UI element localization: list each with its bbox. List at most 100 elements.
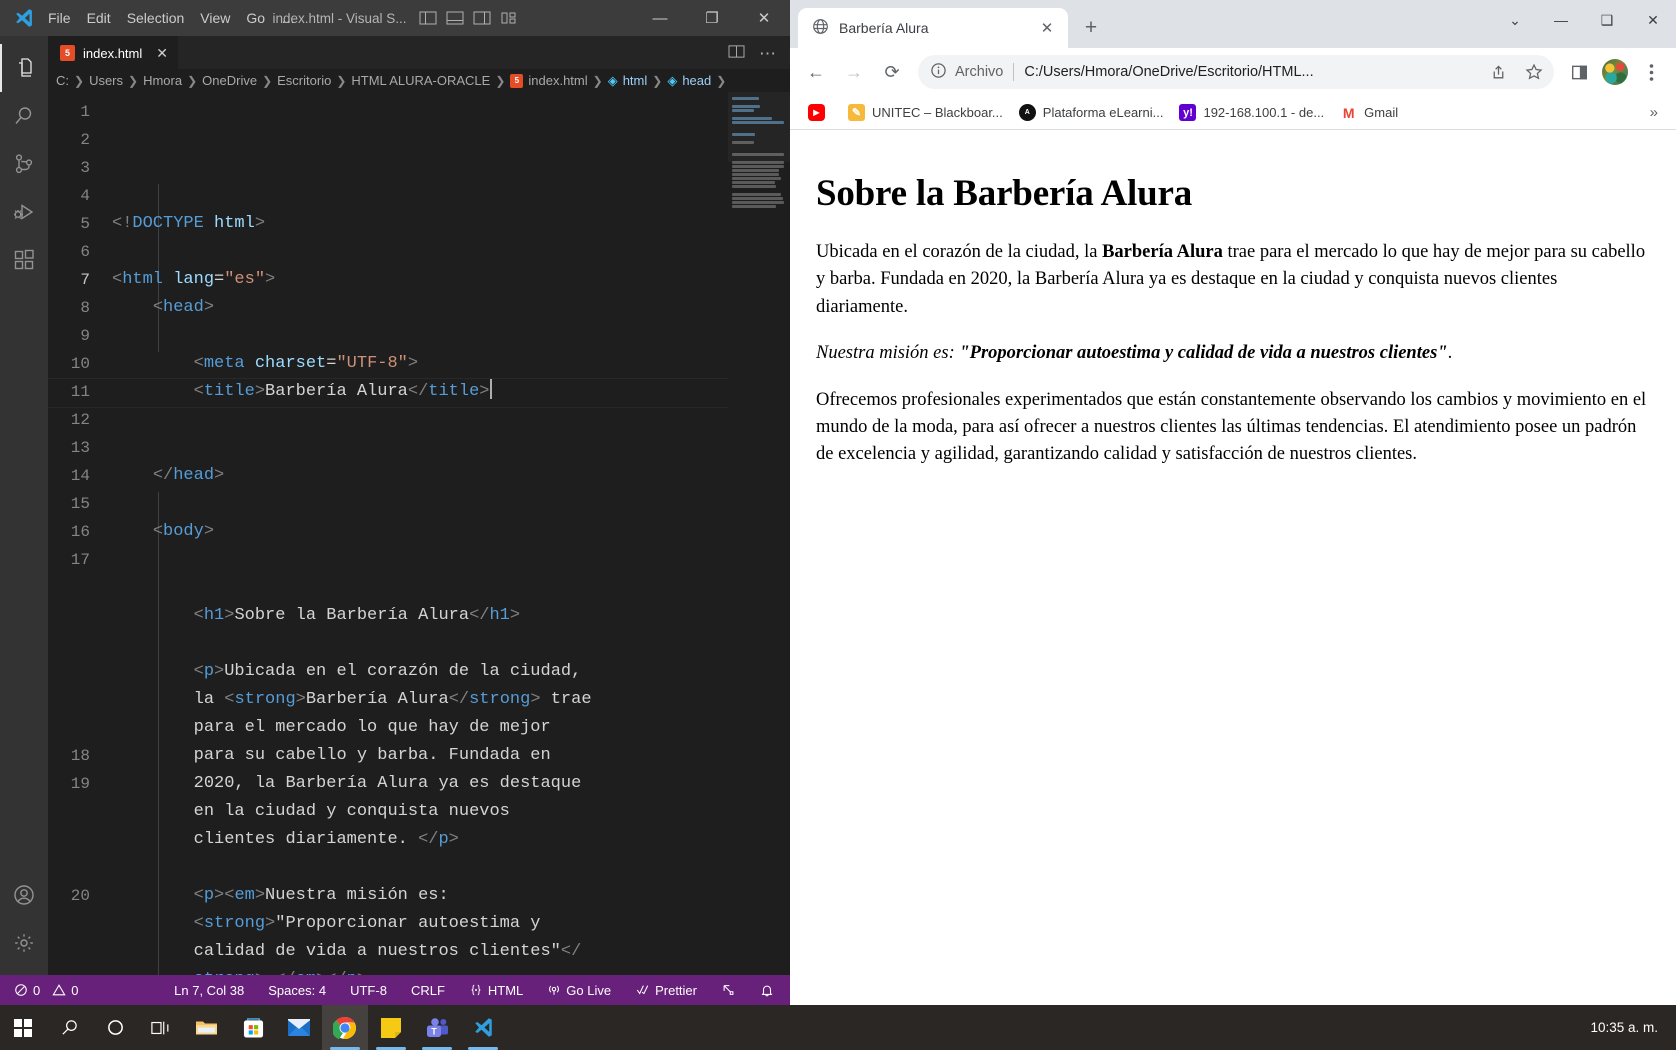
status-prettier-button[interactable]: Prettier	[631, 983, 701, 998]
status-go-live-button[interactable]: Go Live	[543, 983, 615, 998]
breadcrumb-item-html-tag[interactable]: html	[623, 73, 648, 88]
status-eol[interactable]: CRLF	[407, 983, 449, 998]
new-tab-button[interactable]: +	[1074, 11, 1108, 45]
code-line[interactable]: calidad de vida a nuestros clientes"</	[112, 938, 790, 966]
sticky-notes-button[interactable]	[368, 1005, 414, 1050]
breadcrumb-item-drive[interactable]: C:	[56, 73, 69, 88]
tab-search-icon[interactable]: ⌄	[1492, 0, 1538, 40]
code-line[interactable]: <html lang="es">	[112, 266, 790, 294]
activity-source-control-button[interactable]	[0, 140, 48, 188]
code-line[interactable]	[112, 630, 790, 658]
menu-go[interactable]: Go	[246, 10, 265, 26]
microsoft-teams-button[interactable]: T	[414, 1005, 460, 1050]
breadcrumb-item-users[interactable]: Users	[89, 73, 123, 88]
code-line[interactable]: <head>	[112, 294, 790, 322]
toggle-panel-icon[interactable]	[446, 10, 464, 26]
activity-explorer-button[interactable]	[0, 44, 48, 92]
menu-selection[interactable]: Selection	[127, 10, 185, 26]
chrome-menu-icon[interactable]	[1634, 55, 1668, 89]
activity-manage-settings-button[interactable]	[0, 919, 48, 967]
code-line[interactable]: <p>Ubicada en el corazón de la ciudad,	[112, 658, 790, 686]
code-line[interactable]: <p><em>Nuestra misión es:	[112, 882, 790, 910]
remote-window-icon[interactable]	[717, 983, 740, 997]
breadcrumb-item-project-folder[interactable]: HTML ALURA-ORACLE	[351, 73, 490, 88]
minimap-slider[interactable]	[728, 92, 790, 162]
address-url-text[interactable]: C:/Users/Hmora/OneDrive/Escritorio/HTML.…	[1024, 64, 1476, 80]
activity-extensions-button[interactable]	[0, 236, 48, 284]
chrome-tab[interactable]: Barbería Alura ✕	[798, 8, 1068, 48]
star-icon[interactable]	[1520, 58, 1548, 86]
forward-button[interactable]: →	[836, 54, 872, 90]
status-encoding[interactable]: UTF-8	[346, 983, 391, 998]
code-line[interactable]: <!DOCTYPE html>	[112, 210, 790, 238]
vscode-minimize-button[interactable]: —	[634, 0, 686, 36]
profile-avatar[interactable]	[1602, 59, 1628, 85]
code-line[interactable]: <strong>"Proporcionar autoestima y	[112, 910, 790, 938]
customize-layout-icon[interactable]	[500, 10, 518, 26]
bookmark-router[interactable]: y! 192-168.100.1 - de...	[1171, 100, 1332, 125]
editor-more-actions-icon[interactable]: ⋯	[759, 45, 776, 62]
back-button[interactable]: ←	[798, 54, 834, 90]
cortana-button[interactable]	[92, 1005, 138, 1050]
code-editor[interactable]: 1 2 3 4 5 6 7 8 9 10 11 12 13 14 15 16 17 18 19 20 <!DOCTYP…	[48, 92, 790, 975]
breadcrumb-item-head-tag[interactable]: head	[682, 73, 711, 88]
microsoft-store-button[interactable]	[230, 1005, 276, 1050]
status-problems[interactable]: 0 0	[10, 983, 82, 998]
vscode-close-button[interactable]: ✕	[738, 0, 790, 36]
editor-tab-index-html[interactable]: 5 index.html ✕	[48, 36, 178, 70]
side-panel-icon[interactable]	[1562, 55, 1596, 89]
reload-button[interactable]: ⟳	[874, 54, 910, 90]
vscode-maximize-button[interactable]: ❐	[686, 0, 738, 36]
breadcrumb-item-file[interactable]: index.html	[528, 73, 587, 88]
mail-button[interactable]	[276, 1005, 322, 1050]
chrome-minimize-button[interactable]: —	[1538, 0, 1584, 40]
code-line[interactable]: <meta charset="UTF-8">	[112, 350, 790, 378]
activity-search-button[interactable]	[0, 92, 48, 140]
taskbar-clock[interactable]: 10:35 a. m.	[1590, 1020, 1676, 1035]
menu-edit[interactable]: Edit	[87, 10, 111, 26]
status-cursor-position[interactable]: Ln 7, Col 38	[170, 983, 248, 998]
task-view-button[interactable]	[138, 1005, 184, 1050]
bookmark-gmail[interactable]: M Gmail	[1332, 100, 1406, 125]
code-line[interactable]: clientes diariamente. </p>	[112, 826, 790, 854]
bookmarks-overflow-icon[interactable]: »	[1642, 104, 1666, 121]
bookmark-plataforma-elearning[interactable]: A Plataforma eLearni...	[1011, 100, 1172, 125]
chrome-maximize-button[interactable]: ❑	[1584, 0, 1630, 40]
code-line[interactable]: </head>	[112, 462, 790, 490]
code-line[interactable]: para su cabello y barba. Fundada en	[112, 742, 790, 770]
editor-tab-close-icon[interactable]: ✕	[156, 45, 168, 62]
code-content[interactable]: <!DOCTYPE html> <html lang="es"> <head> …	[48, 92, 790, 975]
status-indentation[interactable]: Spaces: 4	[264, 983, 330, 998]
notifications-bell-icon[interactable]	[756, 983, 778, 998]
activity-accounts-button[interactable]	[0, 871, 48, 919]
breadcrumb-item-escritorio[interactable]: Escritorio	[277, 73, 331, 88]
menu-view[interactable]: View	[200, 10, 230, 26]
code-line[interactable]: <title>Barbería Alura</title>	[48, 378, 790, 409]
start-button[interactable]	[0, 1005, 46, 1050]
code-line[interactable]: para el mercado lo que hay de mejor	[112, 714, 790, 742]
editor-minimap[interactable]	[728, 92, 790, 975]
code-line[interactable]	[112, 406, 790, 434]
toggle-secondary-sidebar-icon[interactable]	[473, 10, 491, 26]
code-line[interactable]	[112, 434, 790, 462]
code-line[interactable]	[112, 238, 790, 266]
breadcrumb-item-hmora[interactable]: Hmora	[143, 73, 182, 88]
code-line[interactable]	[112, 490, 790, 518]
taskbar-search-button[interactable]	[46, 1005, 92, 1050]
code-line[interactable]: 2020, la Barbería Alura ya es destaque	[112, 770, 790, 798]
visual-studio-code-button[interactable]	[460, 1005, 506, 1050]
code-line[interactable]	[112, 574, 790, 602]
code-line[interactable]	[112, 546, 790, 574]
google-chrome-button[interactable]	[322, 1005, 368, 1050]
status-language-mode[interactable]: HTML	[465, 983, 527, 998]
breadcrumb-item-onedrive[interactable]: OneDrive	[202, 73, 257, 88]
code-line[interactable]	[112, 854, 790, 882]
code-line[interactable]: <h1>Sobre la Barbería Alura</h1>	[112, 602, 790, 630]
code-line[interactable]: la <strong>Barbería Alura</strong> trae	[112, 686, 790, 714]
chrome-tab-close-icon[interactable]: ✕	[1036, 19, 1058, 37]
bookmark-youtube[interactable]: ►	[800, 100, 840, 125]
menu-file[interactable]: File	[48, 10, 71, 26]
bookmark-unitec[interactable]: ✎ UNITEC – Blackboar...	[840, 100, 1011, 125]
info-circle-icon[interactable]	[930, 62, 947, 83]
split-editor-icon[interactable]	[728, 44, 745, 64]
